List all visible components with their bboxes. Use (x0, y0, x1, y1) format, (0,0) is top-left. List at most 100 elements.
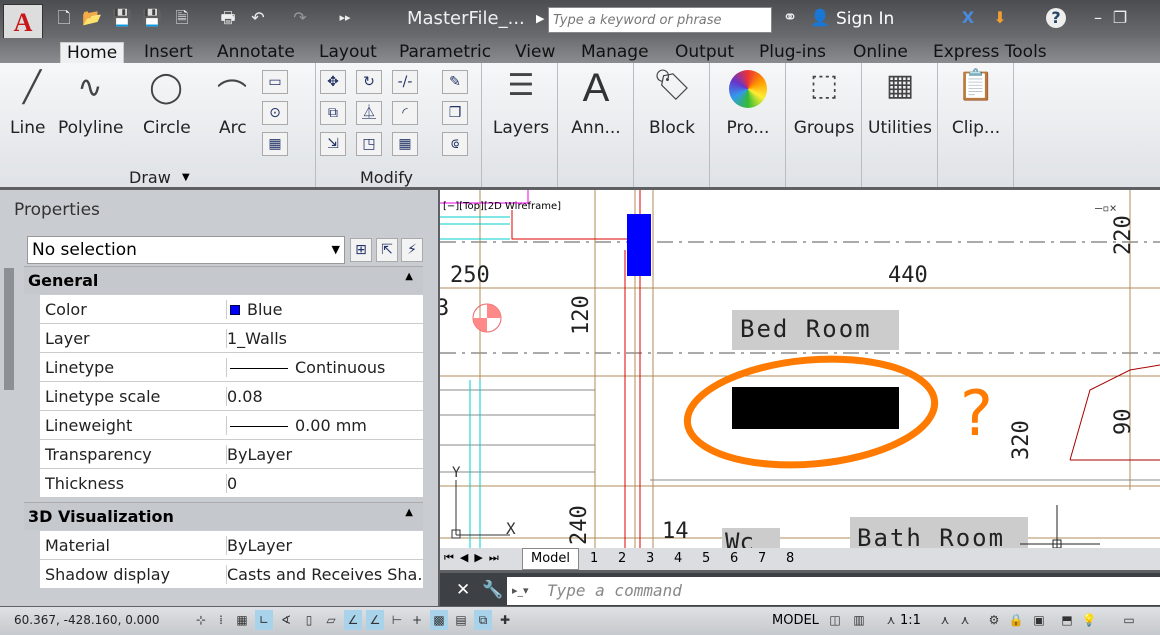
more-icon[interactable]: ▸▸ (335, 8, 355, 28)
lock-icon[interactable]: 🔒 (1007, 610, 1025, 630)
quick-select-icon[interactable]: ⚡ (401, 238, 423, 262)
tab-annotate[interactable]: Annotate (211, 42, 301, 63)
transparency-icon[interactable]: ▩ (430, 610, 448, 630)
draw-panel-label[interactable]: Draw (129, 168, 171, 187)
restore-icon[interactable]: ❐ (1110, 8, 1130, 28)
quick-view-layouts-icon[interactable]: ◫ (826, 610, 844, 630)
selection-cycling-icon[interactable]: ⧉ (474, 610, 492, 630)
mirror-icon[interactable]: ⏅ (356, 101, 382, 125)
model-space-button[interactable]: MODEL (772, 613, 819, 628)
property-row[interactable]: Thickness 0 (40, 469, 423, 498)
layout-tab[interactable]: 1 (590, 551, 598, 566)
circle-button[interactable]: Circle (143, 118, 191, 138)
app-store-icon[interactable]: ⬇ (990, 8, 1010, 28)
polyline-button[interactable]: Polyline (58, 118, 124, 138)
property-row[interactable]: Linetype Continuous (40, 353, 423, 382)
property-row[interactable]: Layer 1_Walls (40, 324, 423, 353)
ortho-icon[interactable]: ∟ (255, 610, 273, 630)
toggle-pickadd-icon[interactable]: ⊞ (350, 238, 372, 262)
auto-scale-icon[interactable]: ⋏ (956, 610, 974, 630)
line-icon[interactable]: ╱ (12, 70, 52, 105)
arc-icon[interactable]: ⌒ (212, 70, 252, 114)
tab-express-tools[interactable]: Express Tools (927, 42, 1053, 63)
tab-online[interactable]: Online (847, 42, 914, 63)
property-row[interactable]: Lineweight 0.00 mm (40, 411, 423, 440)
stretch-icon[interactable]: ⇲ (320, 132, 346, 156)
layout-tab[interactable]: 4 (674, 551, 682, 566)
polyline-icon[interactable]: ∿ (70, 70, 110, 105)
property-row[interactable]: Color Blue (40, 295, 423, 324)
otrack-icon[interactable]: ∠ (344, 610, 362, 630)
copy-icon[interactable]: ⧉ (320, 101, 346, 125)
arc-button[interactable]: Arc (219, 118, 247, 138)
undo-icon[interactable]: ↶ (248, 8, 268, 28)
property-row[interactable]: Linetype scale 0.08 (40, 382, 423, 411)
annotation-scale-value[interactable]: 1:1 (900, 613, 921, 628)
scale-icon[interactable]: ◳ (356, 132, 382, 156)
print-icon[interactable]: 🖶 (218, 8, 238, 28)
clipboard-button[interactable]: Clip... (938, 118, 1014, 138)
move-icon[interactable]: ✥ (320, 70, 346, 94)
tab-parametric[interactable]: Parametric (393, 42, 497, 63)
region-icon[interactable]: ▦ (262, 132, 288, 156)
coordinates-readout[interactable]: 60.367, -428.160, 0.000 (14, 613, 160, 627)
viewport-controls[interactable]: [−][Top][2D Wireframe] (443, 201, 561, 212)
modify-panel-label[interactable]: Modify (360, 168, 413, 187)
palette-scrollbar[interactable] (4, 268, 14, 390)
lineweight-icon[interactable]: + (408, 610, 426, 630)
annotation-scale-icon[interactable]: ⋏ (882, 610, 900, 630)
array-icon[interactable]: ▦ (392, 132, 418, 156)
tab-view[interactable]: View (509, 42, 561, 63)
polar-icon[interactable]: ∢ (277, 610, 295, 630)
infer-constraints-icon[interactable]: ⊹ (192, 610, 210, 630)
layout-tab[interactable]: 3 (646, 551, 654, 566)
quick-view-drawings-icon[interactable]: ▥ (850, 610, 868, 630)
save-icon[interactable]: 💾 (112, 8, 132, 28)
minimize-icon[interactable]: – (1088, 8, 1108, 28)
expand-icon[interactable]: ▶ (536, 12, 544, 25)
layout-tab[interactable]: 8 (786, 551, 794, 566)
tab-home[interactable]: Home (60, 42, 125, 63)
erase-icon[interactable]: ✎ (442, 70, 468, 94)
trim-icon[interactable]: -/- (392, 70, 418, 94)
layout-tab[interactable]: 5 (702, 551, 710, 566)
dyn-icon[interactable]: ⊢ (388, 610, 406, 630)
property-row[interactable]: Material ByLayer (40, 531, 423, 560)
annotation-button[interactable]: Ann... (558, 118, 634, 138)
rectangle-icon[interactable]: ▭ (262, 70, 288, 94)
hatch-icon[interactable]: ⊙ (262, 101, 288, 125)
properties-button[interactable]: Pro... (710, 118, 786, 138)
rotate-icon[interactable]: ↻ (356, 70, 382, 94)
workspace-gear-icon[interactable]: ⚙ (985, 610, 1003, 630)
sign-in-button[interactable]: Sign In (836, 9, 894, 29)
clean-screen-icon[interactable]: ▭ (1120, 610, 1138, 630)
drawing-canvas[interactable]: ? Bed Room Bath Room Wc 250 440 220 120 … (440, 190, 1160, 548)
offset-icon[interactable]: ⟃ (442, 132, 468, 156)
close-icon[interactable]: ✕ (456, 580, 470, 600)
select-objects-icon[interactable]: ⇱ (376, 238, 398, 262)
layout-tab[interactable]: 2 (618, 551, 626, 566)
ducs-icon[interactable]: ∠ (366, 610, 384, 630)
tab-insert[interactable]: Insert (138, 42, 199, 63)
layout-tab-model[interactable]: Model (522, 548, 580, 570)
search-input[interactable]: Type a keyword or phrase (548, 7, 772, 33)
fillet-icon[interactable]: ◜ (392, 101, 418, 125)
new-icon[interactable]: 🗋 (54, 8, 74, 28)
explode-icon[interactable]: ❒ (442, 101, 468, 125)
layout-tab[interactable]: 7 (758, 551, 766, 566)
groups-button[interactable]: Groups (786, 118, 862, 138)
save-as-icon[interactable]: 💾 (142, 8, 162, 28)
wrench-icon[interactable]: 🔧 (482, 580, 503, 600)
group-3d-visualization[interactable]: 3D Visualization ▲ (24, 502, 423, 530)
property-row[interactable]: Shadow display Casts and Receives Sha... (40, 560, 423, 589)
property-row[interactable]: Transparency ByLayer (40, 440, 423, 469)
selection-dropdown[interactable]: No selection ▼ (27, 236, 345, 264)
3d-osnap-icon[interactable]: ▱ (322, 610, 340, 630)
redo-icon[interactable]: ↷ (290, 8, 310, 28)
utilities-button[interactable]: Utilities (862, 118, 938, 138)
line-button[interactable]: Line (10, 118, 45, 138)
isolate-objects-icon[interactable]: ⬒ (1058, 610, 1076, 630)
tab-navigation-arrows[interactable]: ⏮◀▶⏭ (444, 551, 505, 565)
osnap-icon[interactable]: ▯ (300, 610, 318, 630)
viewport-window-controls[interactable]: –▫× (1095, 201, 1117, 215)
